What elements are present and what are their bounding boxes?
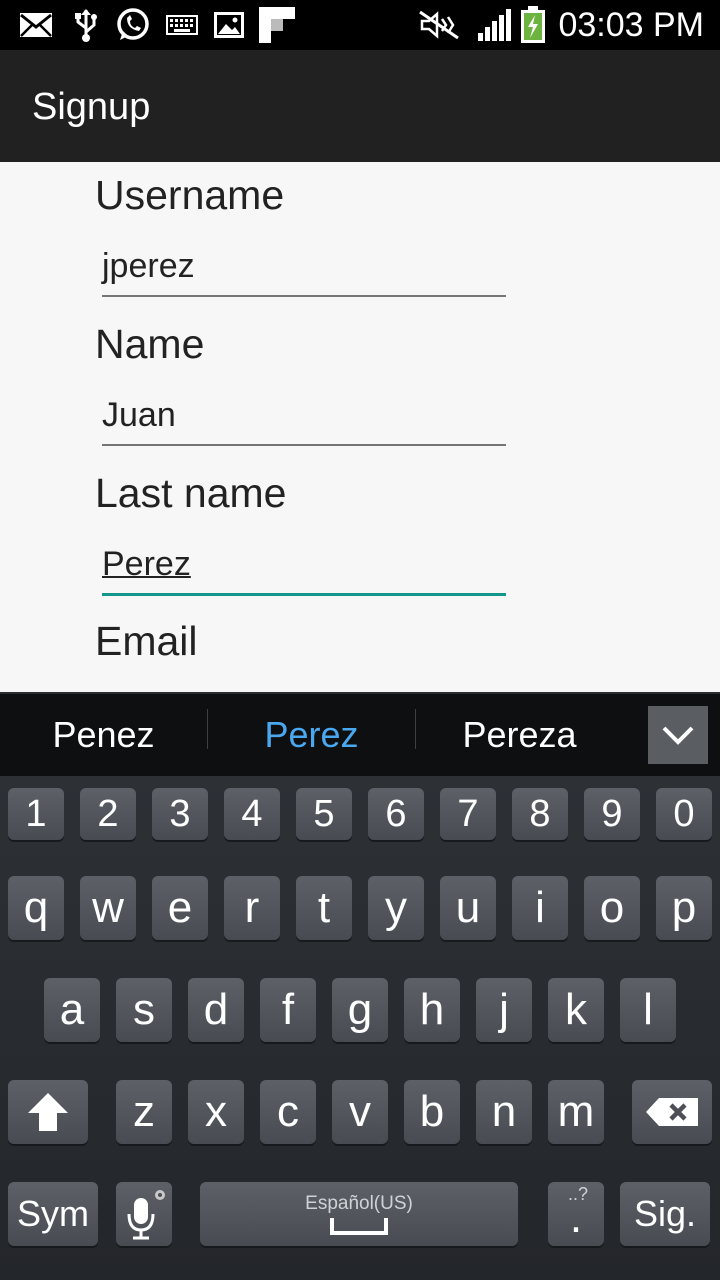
name-value: Juan [102,396,176,434]
key-x[interactable]: x [188,1080,244,1144]
key-j[interactable]: j [476,978,532,1042]
key-s[interactable]: s [116,978,172,1042]
key-5[interactable]: 5 [296,788,352,840]
voice-input-key[interactable] [116,1182,172,1246]
key-0[interactable]: 0 [656,788,712,840]
usb-icon [72,9,100,42]
key-v[interactable]: v [332,1080,388,1144]
soft-keyboard: 1 2 3 4 5 6 7 8 9 0 q w e r t y u i o p … [0,776,720,1280]
key-z[interactable]: z [116,1080,172,1144]
key-u[interactable]: u [440,876,496,940]
app-bar: Signup [0,50,720,162]
space-key[interactable]: Español(US) [200,1182,518,1246]
username-value: jperez [102,247,195,285]
next-key[interactable]: Sig. [620,1182,710,1246]
key-d[interactable]: d [188,978,244,1042]
key-t[interactable]: t [296,876,352,940]
key-p[interactable]: p [656,876,712,940]
keyboard-icon [165,9,199,41]
key-h[interactable]: h [404,978,460,1042]
battery-charging-icon [519,6,547,44]
suggestion-bar: Penez Perez Pereza [0,692,720,778]
name-label: Name [95,321,205,367]
key-a[interactable]: a [44,978,100,1042]
suggestion-item-selected[interactable]: Perez [208,694,415,776]
key-m[interactable]: m [548,1080,604,1144]
key-n[interactable]: n [476,1080,532,1144]
key-4[interactable]: 4 [224,788,280,840]
shift-key[interactable] [8,1080,88,1144]
key-1[interactable]: 1 [8,788,64,840]
image-icon [212,9,246,41]
key-g[interactable]: g [332,978,388,1042]
key-c[interactable]: c [260,1080,316,1144]
key-9[interactable]: 9 [584,788,640,840]
username-label: Username [95,172,285,218]
key-y[interactable]: y [368,876,424,940]
key-r[interactable]: r [224,876,280,940]
period-hint: ..? [568,1184,589,1204]
status-bar: 03:03 PM [0,0,720,50]
key-l[interactable]: l [620,978,676,1042]
no-sound-icon [418,9,460,41]
sym-key[interactable]: Sym [8,1182,98,1246]
whatsapp-icon [114,8,152,41]
key-2[interactable]: 2 [80,788,136,840]
status-time: 03:03 PM [558,6,704,44]
collapse-suggestions-button[interactable] [648,706,708,764]
username-field[interactable]: jperez [102,241,506,297]
shift-arrow-icon [28,1093,68,1131]
key-f[interactable]: f [260,978,316,1042]
backspace-key[interactable] [632,1080,712,1144]
key-q[interactable]: q [8,876,64,940]
name-field[interactable]: Juan [102,390,506,446]
space-language-label: Español(US) [305,1193,413,1214]
lastname-label: Last name [95,470,287,516]
flipboard-icon [258,7,296,43]
key-o[interactable]: o [584,876,640,940]
key-i[interactable]: i [512,876,568,940]
signup-form: Username jperez Name Juan Last name Pere… [0,162,720,692]
key-w[interactable]: w [80,876,136,940]
key-e[interactable]: e [152,876,208,940]
mail-icon [18,9,54,41]
space-bar-icon [330,1218,388,1235]
page-title: Signup [32,86,151,128]
key-k[interactable]: k [548,978,604,1042]
microphone-icon [127,1190,165,1240]
key-b[interactable]: b [404,1080,460,1144]
key-8[interactable]: 8 [512,788,568,840]
key-3[interactable]: 3 [152,788,208,840]
key-7[interactable]: 7 [440,788,496,840]
chevron-down-icon [662,726,694,745]
key-6[interactable]: 6 [368,788,424,840]
email-label: Email [95,618,198,664]
suggestion-item[interactable]: Pereza [416,694,623,776]
signal-icon [476,9,512,41]
lastname-value: Perez [102,545,191,583]
backspace-icon [646,1098,698,1126]
suggestion-item[interactable]: Penez [0,694,207,776]
lastname-field[interactable]: Perez [102,539,506,596]
period-key[interactable]: ..? . [548,1182,604,1246]
